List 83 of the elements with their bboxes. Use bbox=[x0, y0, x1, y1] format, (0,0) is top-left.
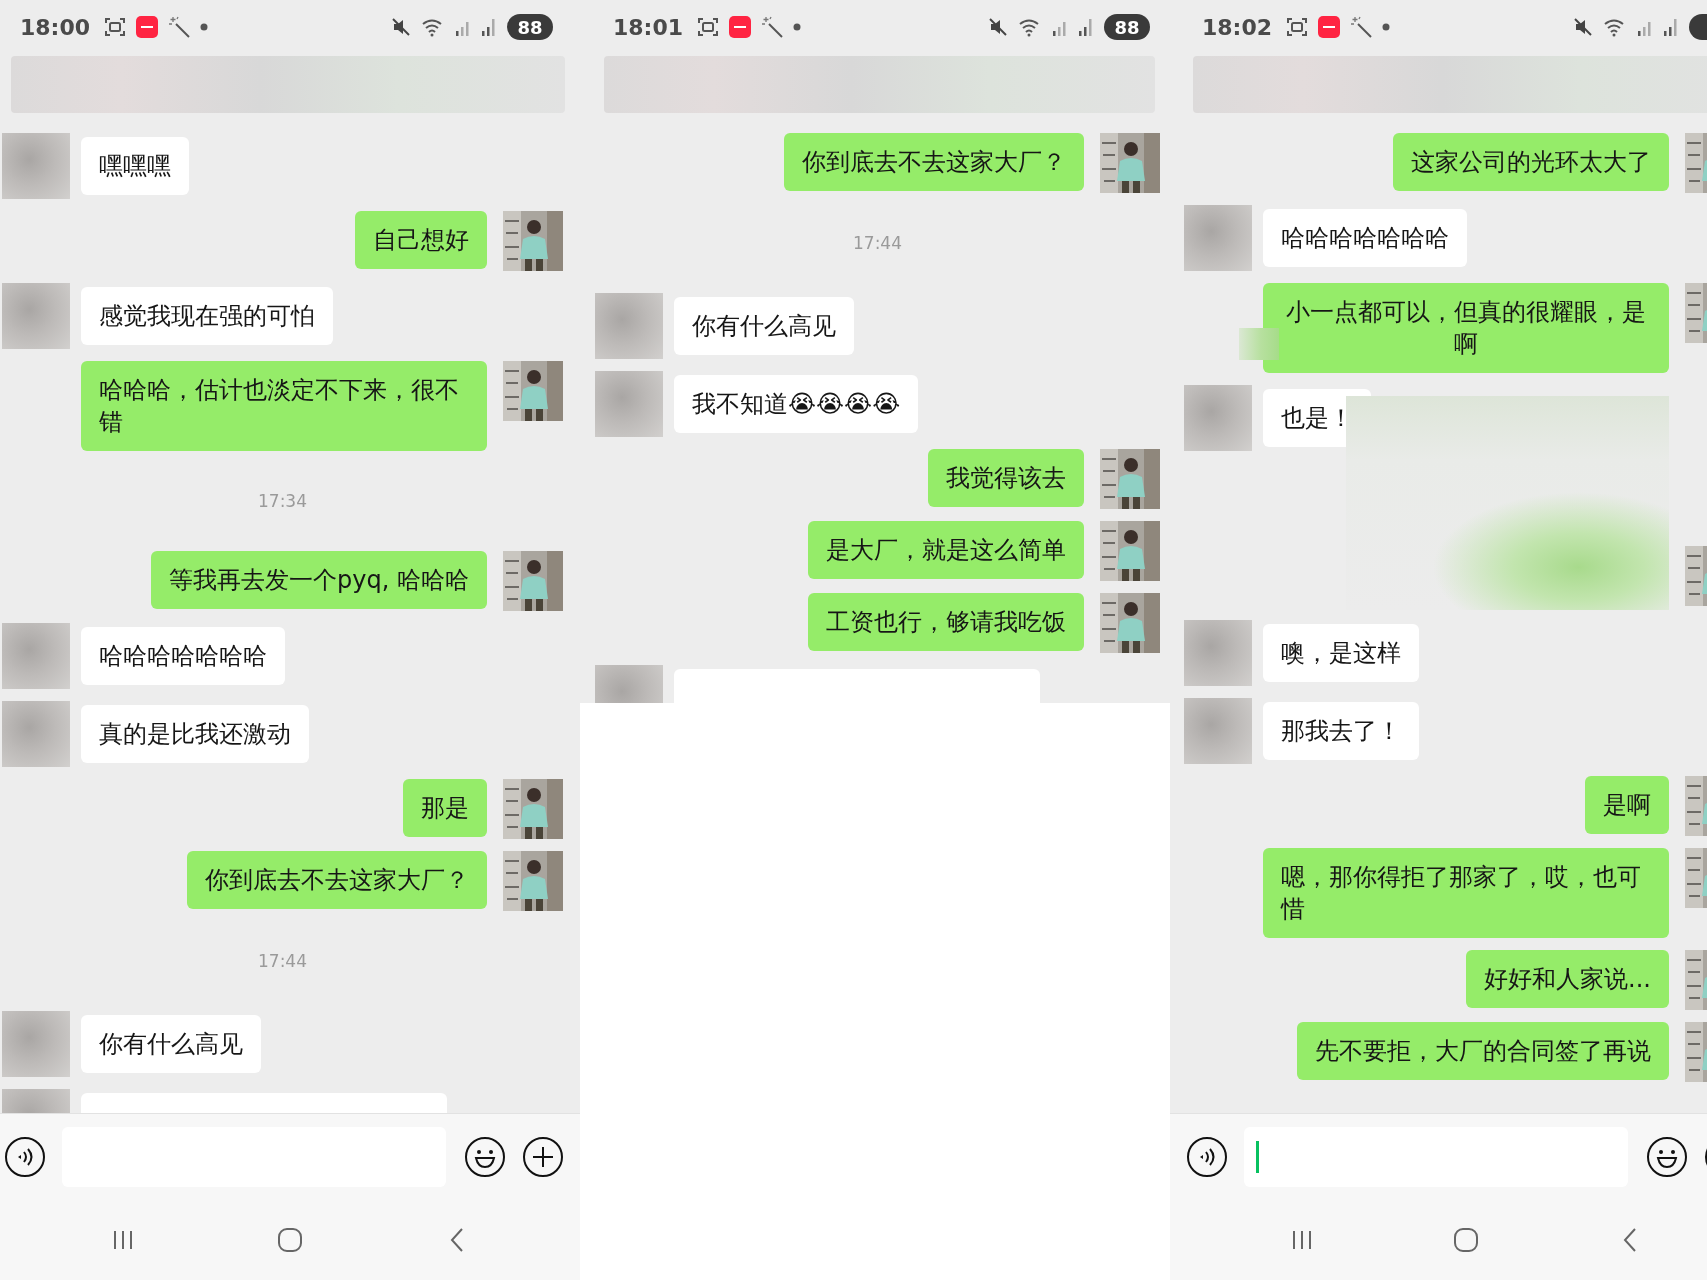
voice-icon[interactable] bbox=[4, 1136, 46, 1178]
avatar bbox=[1100, 593, 1160, 653]
message-text: 我不知道😭😭😭😭 bbox=[692, 390, 901, 418]
message-text: 自己想好 bbox=[373, 226, 469, 254]
signal-icon bbox=[481, 17, 497, 37]
app-icon bbox=[1318, 16, 1341, 38]
message-text: 工资也行，够请我吃饭 bbox=[826, 608, 1066, 636]
message-text: 是大厂，就是这么简单 bbox=[826, 536, 1066, 564]
mute-icon bbox=[988, 17, 1008, 37]
plus-icon[interactable] bbox=[522, 1136, 564, 1178]
avatar bbox=[503, 361, 563, 421]
notification-dot-icon bbox=[793, 23, 802, 31]
message-text: 是啊 bbox=[1603, 791, 1651, 819]
message-text: 你到底去不去这家大厂？ bbox=[205, 866, 469, 894]
status-time: 18:01 bbox=[613, 14, 684, 40]
message-text: 哈哈哈，估计也淡定不下来，很不错 bbox=[99, 376, 459, 436]
signal-icon bbox=[1078, 17, 1094, 37]
message-text: 那我去了！ bbox=[1281, 717, 1401, 745]
blurred-avatar bbox=[2, 133, 70, 199]
magic-wand-icon bbox=[1350, 16, 1373, 38]
message-text: 你到底去不去这家大厂？ bbox=[802, 148, 1066, 176]
timestamp: 17:44 bbox=[258, 950, 307, 973]
blurred-avatar bbox=[2, 701, 70, 767]
avatar bbox=[503, 851, 563, 911]
message-text: 好好和人家说... bbox=[1484, 965, 1651, 993]
signal-icon bbox=[1663, 17, 1679, 37]
message-text: 小一点都可以，但真的很耀眼，是啊 bbox=[1286, 298, 1646, 358]
message-text: 感觉我现在强的可怕 bbox=[99, 302, 315, 330]
blurred-avatar bbox=[1184, 620, 1252, 686]
timestamp: 17:34 bbox=[258, 490, 307, 513]
app-icon bbox=[729, 16, 752, 38]
blurred-avatar bbox=[1184, 205, 1252, 271]
back-icon bbox=[1622, 1227, 1638, 1253]
voice-icon[interactable] bbox=[1186, 1136, 1228, 1178]
message-text: 你有什么高见 bbox=[692, 312, 836, 340]
blurred-avatar bbox=[2, 1011, 70, 1077]
screenshot-icon bbox=[104, 16, 127, 38]
blurred-avatar bbox=[595, 371, 663, 437]
message-text: 我觉得该去 bbox=[946, 464, 1066, 492]
message-text: 也是！ bbox=[1281, 404, 1353, 432]
message-text: 嗯，那你得拒了那家了，哎，也可惜 bbox=[1281, 863, 1641, 923]
screenshot-icon bbox=[697, 16, 720, 38]
blurred-avatar bbox=[2, 283, 70, 349]
magic-wand-icon bbox=[761, 16, 784, 38]
battery-level: 88 bbox=[507, 14, 553, 40]
blurred-avatar bbox=[1184, 698, 1252, 764]
message-input[interactable] bbox=[1244, 1127, 1628, 1187]
back-icon bbox=[448, 1227, 465, 1253]
mute-icon bbox=[391, 17, 411, 37]
screenshot-icon bbox=[1286, 16, 1309, 38]
message-text: 这家公司的光环太大了 bbox=[1411, 148, 1651, 176]
notification-dot-icon bbox=[1382, 23, 1391, 31]
message-text: 那是 bbox=[421, 794, 469, 822]
blurred-avatar bbox=[1184, 385, 1252, 451]
avatar bbox=[1100, 449, 1160, 509]
mute-icon bbox=[1573, 17, 1593, 37]
avatar bbox=[503, 779, 563, 839]
battery-level: 88 bbox=[1104, 14, 1150, 40]
magic-wand-icon bbox=[168, 16, 191, 38]
message-text: 你有什么高见 bbox=[99, 1030, 243, 1058]
status-time: 18:00 bbox=[20, 14, 91, 40]
blurred-avatar bbox=[2, 623, 70, 689]
timestamp: 17:44 bbox=[853, 232, 902, 255]
message-text: 真的是比我还激动 bbox=[99, 720, 291, 748]
app-icon bbox=[136, 16, 159, 38]
message-text: 哈哈哈哈哈哈哈 bbox=[99, 642, 267, 670]
avatar bbox=[1100, 133, 1160, 193]
avatar bbox=[503, 211, 563, 271]
recent-apps-icon bbox=[1290, 1228, 1314, 1252]
message-text: 等我再去发一个pyq, 哈哈哈 bbox=[169, 566, 469, 594]
message-text: 噢，是这样 bbox=[1281, 639, 1401, 667]
home-icon bbox=[277, 1227, 303, 1253]
status-time: 18:02 bbox=[1202, 14, 1273, 40]
message-text: 哈哈哈哈哈哈哈 bbox=[1281, 224, 1449, 252]
emoji-icon[interactable] bbox=[464, 1136, 506, 1178]
avatar bbox=[1100, 521, 1160, 581]
home-icon bbox=[1453, 1227, 1479, 1253]
message-text: 嘿嘿嘿 bbox=[99, 152, 171, 180]
notification-dot-icon bbox=[200, 23, 209, 31]
message-text: 先不要拒，大厂的合同签了再说 bbox=[1315, 1037, 1651, 1065]
avatar bbox=[503, 551, 563, 611]
emoji-icon[interactable] bbox=[1646, 1136, 1688, 1178]
blurred-avatar bbox=[595, 293, 663, 359]
